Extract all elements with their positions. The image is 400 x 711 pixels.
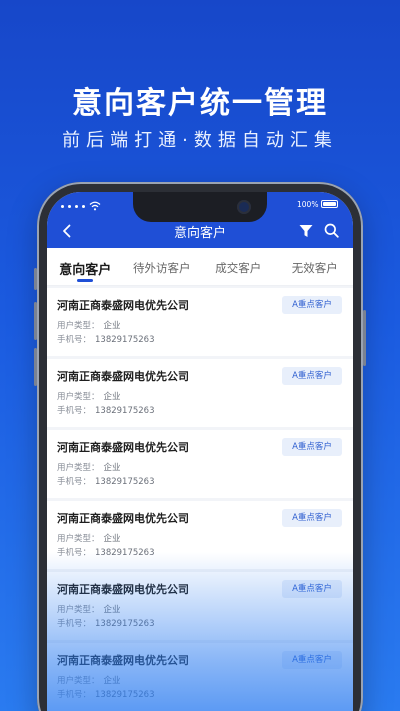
- signal-dot-icon: [68, 204, 71, 208]
- battery-icon: [321, 200, 338, 208]
- user-type-label: 用户类型：: [57, 321, 100, 331]
- phone-line: 手机号： 13829175263: [57, 333, 155, 345]
- customer-level-tag: A重点客户: [282, 580, 342, 598]
- user-type-line: 用户类型： 企业: [57, 532, 121, 544]
- user-type-label: 用户类型：: [57, 676, 100, 686]
- user-type-label: 用户类型：: [57, 392, 100, 402]
- battery-percentage: 100%: [297, 200, 319, 209]
- app-header: 100% 意向客户: [47, 192, 353, 248]
- tab-pending-visit-customers[interactable]: 待外访客户: [124, 248, 201, 285]
- phone-line: 手机号： 13829175263: [57, 404, 155, 416]
- customer-card[interactable]: 河南正商泰盛网电优先公司 用户类型： 企业 手机号： 13829175263 A重点…: [47, 572, 353, 640]
- user-type-value: 企业: [103, 676, 121, 686]
- wifi-icon: [89, 201, 101, 211]
- phone-value: 13829175263: [95, 619, 155, 629]
- notch: [133, 192, 267, 222]
- user-type-line: 用户类型： 企业: [57, 674, 121, 686]
- user-type-line: 用户类型： 企业: [57, 461, 121, 473]
- phone-label: 手机号：: [57, 477, 92, 487]
- company-name: 河南正商泰盛网电优先公司: [57, 370, 189, 383]
- company-name: 河南正商泰盛网电优先公司: [57, 299, 189, 312]
- customer-tabs: 意向客户 待外访客户 成交客户 无效客户: [47, 248, 353, 286]
- signal-dot-icon: [61, 204, 64, 208]
- phone-label: 手机号：: [57, 690, 92, 700]
- customer-list: 河南正商泰盛网电优先公司 用户类型： 企业 手机号： 13829175263 A重点…: [47, 288, 353, 711]
- phone-value: 13829175263: [95, 548, 155, 558]
- phone-value: 13829175263: [95, 406, 155, 416]
- front-camera-icon: [237, 200, 251, 214]
- user-type-value: 企业: [103, 463, 121, 473]
- phone-label: 手机号：: [57, 406, 92, 416]
- user-type-label: 用户类型：: [57, 605, 100, 615]
- company-name: 河南正商泰盛网电优先公司: [57, 441, 189, 454]
- tab-invalid-customers[interactable]: 无效客户: [277, 248, 354, 285]
- user-type-line: 用户类型： 企业: [57, 390, 121, 402]
- phone-side-button: [34, 268, 37, 290]
- phone-value: 13829175263: [95, 335, 155, 345]
- signal-dot-icon: [82, 204, 85, 208]
- company-name: 河南正商泰盛网电优先公司: [57, 654, 189, 667]
- user-type-line: 用户类型： 企业: [57, 319, 121, 331]
- user-type-label: 用户类型：: [57, 463, 100, 473]
- phone-side-button: [363, 310, 366, 366]
- phone-value: 13829175263: [95, 477, 155, 487]
- customer-card[interactable]: 河南正商泰盛网电优先公司 用户类型： 企业 手机号： 13829175263 A重点…: [47, 288, 353, 356]
- user-type-value: 企业: [103, 605, 121, 615]
- phone-screen: 100% 意向客户 意向客户 待外访客户 成交客户 无效客户 河南正商泰盛网电优…: [47, 192, 353, 711]
- phone-label: 手机号：: [57, 548, 92, 558]
- customer-level-tag: A重点客户: [282, 651, 342, 669]
- tab-intended-customers[interactable]: 意向客户: [47, 248, 124, 285]
- customer-card[interactable]: 河南正商泰盛网电优先公司 用户类型： 企业 手机号： 13829175263 A重点…: [47, 501, 353, 569]
- user-type-value: 企业: [103, 534, 121, 544]
- customer-card[interactable]: 河南正商泰盛网电优先公司 用户类型： 企业 手机号： 13829175263 A重点…: [47, 430, 353, 498]
- user-type-label: 用户类型：: [57, 534, 100, 544]
- phone-label: 手机号：: [57, 619, 92, 629]
- customer-level-tag: A重点客户: [282, 296, 342, 314]
- customer-level-tag: A重点客户: [282, 438, 342, 456]
- tab-closed-customers[interactable]: 成交客户: [200, 248, 277, 285]
- customer-card[interactable]: 河南正商泰盛网电优先公司 用户类型： 企业 手机号： 13829175263 A重点…: [47, 643, 353, 711]
- search-icon[interactable]: [324, 223, 339, 238]
- hero-title: 意向客户统一管理: [72, 86, 328, 121]
- phone-line: 手机号： 13829175263: [57, 688, 155, 700]
- phone-side-button: [34, 302, 37, 340]
- customer-card[interactable]: 河南正商泰盛网电优先公司 用户类型： 企业 手机号： 13829175263 A重点…: [47, 359, 353, 427]
- status-signal: [61, 201, 101, 211]
- user-type-value: 企业: [103, 392, 121, 402]
- user-type-line: 用户类型： 企业: [57, 603, 121, 615]
- phone-line: 手机号： 13829175263: [57, 546, 155, 558]
- company-name: 河南正商泰盛网电优先公司: [57, 583, 189, 596]
- company-name: 河南正商泰盛网电优先公司: [57, 512, 189, 525]
- phone-side-button: [34, 348, 37, 386]
- phone-value: 13829175263: [95, 690, 155, 700]
- filter-icon[interactable]: [299, 224, 313, 238]
- customer-level-tag: A重点客户: [282, 509, 342, 527]
- signal-dot-icon: [75, 204, 78, 208]
- user-type-value: 企业: [103, 321, 121, 331]
- phone-line: 手机号： 13829175263: [57, 617, 155, 629]
- phone-label: 手机号：: [57, 335, 92, 345]
- customer-level-tag: A重点客户: [282, 367, 342, 385]
- hero-subtitle: 前后端打通·数据自动汇集: [62, 130, 338, 151]
- phone-line: 手机号： 13829175263: [57, 475, 155, 487]
